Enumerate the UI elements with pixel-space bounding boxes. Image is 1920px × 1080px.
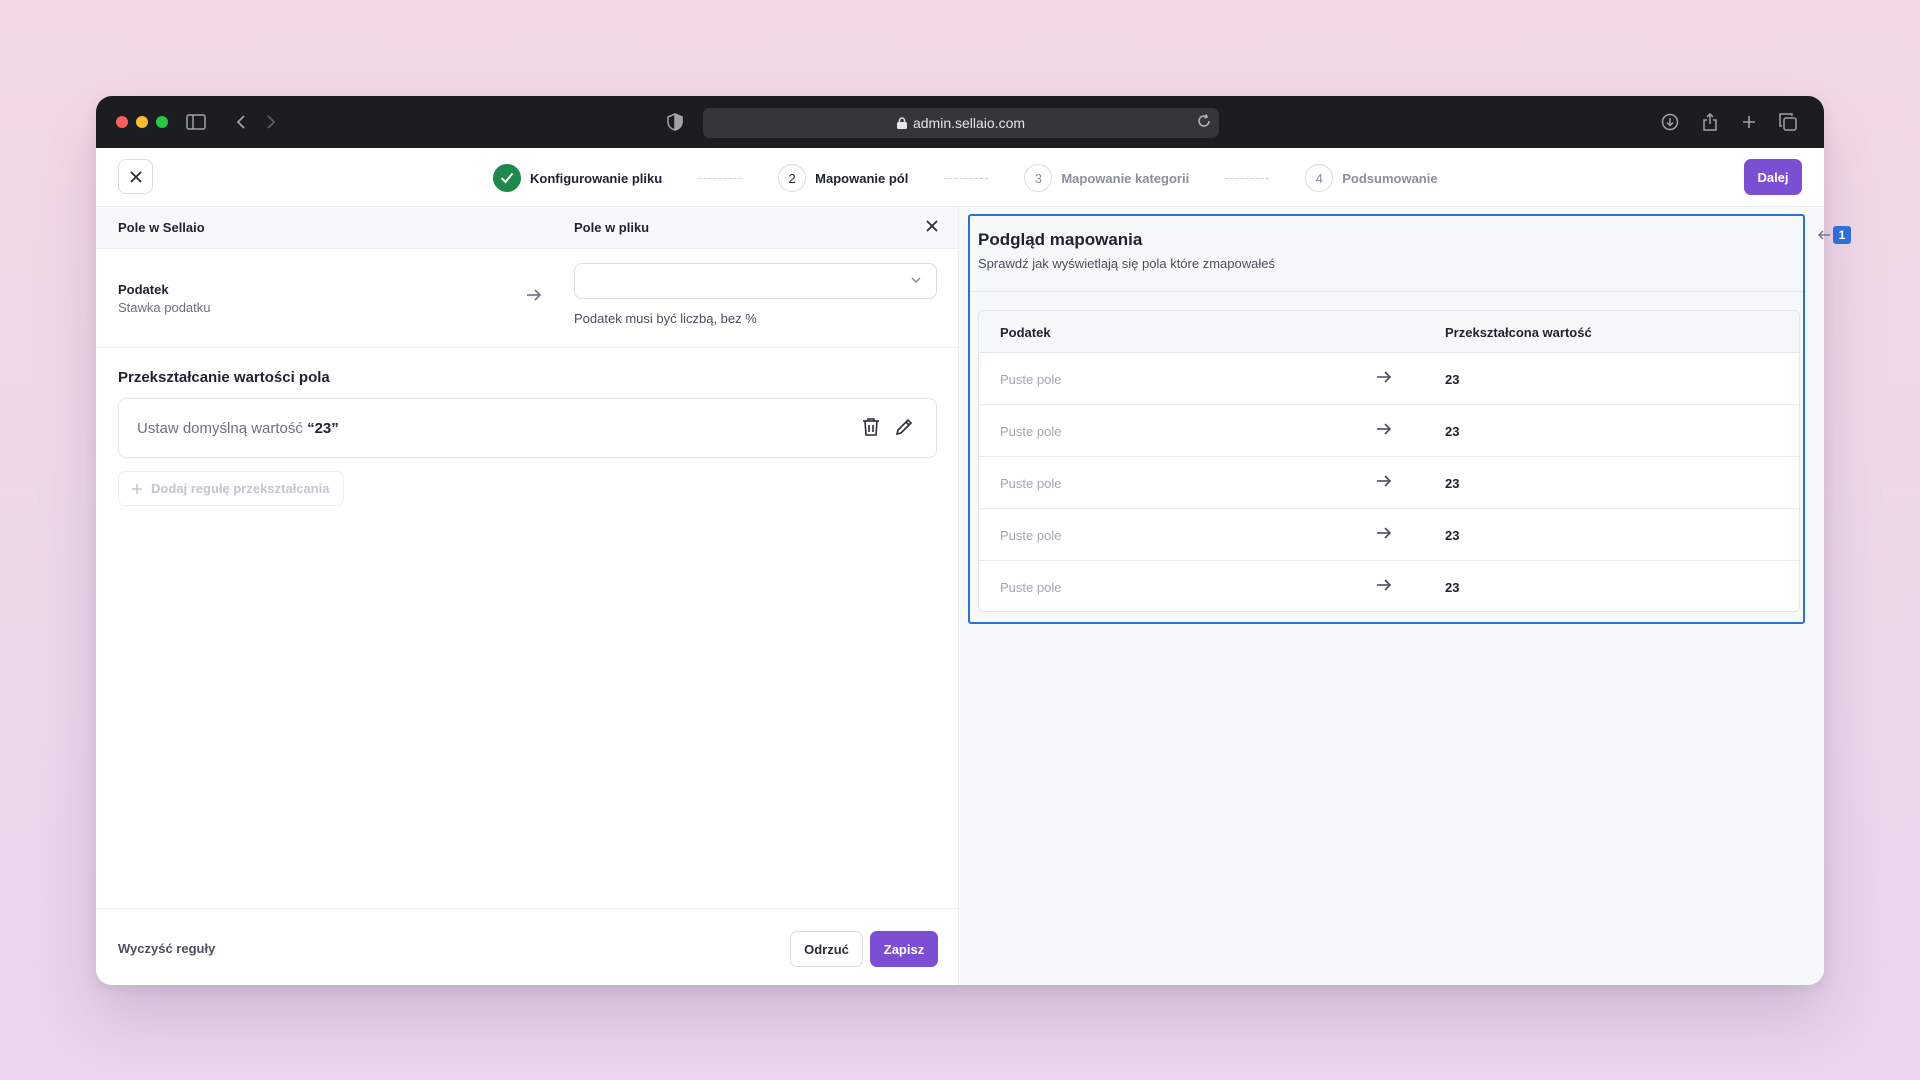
share-icon[interactable] [1698,110,1722,134]
preview-subtitle: Sprawdź jak wyświetlają się pola które z… [978,256,1275,271]
lock-icon [896,117,907,129]
step-label: Mapowanie pól [815,170,909,186]
chevron-down-icon [910,274,922,286]
source-value: Puste pole [1000,580,1062,595]
browser-toolbar: admin.sellaio.com [96,96,1824,148]
result-value: 23 [1445,580,1460,595]
column-file-field: Pole w pliku [574,220,650,235]
step-category-mapping[interactable]: 3 Mapowanie kategorii [1024,164,1189,192]
minimize-window-button[interactable] [136,116,148,128]
downloads-icon[interactable] [1658,110,1682,134]
trash-icon[interactable] [862,417,880,437]
arrow-left-icon [1817,229,1831,241]
result-value: 23 [1445,372,1460,387]
source-value: Puste pole [1000,424,1062,439]
table-row: Puste pole 23 [979,405,1799,457]
field-mapping-row: Podatek Stawka podatku Podatek musi być … [96,249,958,348]
table-row: Puste pole 23 [979,509,1799,561]
rule-value: “23” [307,420,339,437]
transform-section-title: Przekształcanie wartości pola [118,369,330,386]
wizard-header: Konfigurowanie pliku 2 Mapowanie pól 3 M… [96,148,1824,207]
step-number: 2 [778,164,807,192]
field-hint: Podatek musi być liczbą, bez % [574,311,757,326]
result-value: 23 [1445,424,1460,439]
annotation-badge: 1 [1817,226,1851,244]
step-separator [698,177,743,179]
table-row: Puste pole 23 [979,561,1799,611]
close-panel-icon[interactable] [924,218,940,234]
privacy-shield-icon[interactable] [663,110,687,134]
close-window-button[interactable] [116,116,128,128]
panel-footer: Wyczyść reguły Odrzuć Zapisz [96,908,958,985]
preview-card: Podgląd mapowania Sprawdź jak wyświetlaj… [968,214,1805,624]
source-value: Puste pole [1000,372,1062,387]
preview-title: Podgląd mapowania [978,230,1143,249]
step-label: Konfigurowanie pliku [530,170,663,186]
step-configure-file[interactable]: Konfigurowanie pliku [493,164,662,192]
url-text: admin.sellaio.com [912,115,1026,131]
table-row: Puste pole 23 [979,457,1799,509]
field-mapping-panel: Pole w Sellaio Pole w pliku Podatek Staw… [96,207,959,985]
table-row: Puste pole 23 [979,353,1799,405]
mapping-column-header: Pole w Sellaio Pole w pliku [96,207,958,249]
divider [970,291,1803,292]
new-tab-icon[interactable] [1737,110,1761,134]
arrow-right-icon [1375,421,1393,437]
window-controls [116,116,168,128]
next-button[interactable]: Dalej [1744,159,1802,195]
result-value: 23 [1445,528,1460,543]
preview-table-header: Podatek Przekształcona wartość [979,311,1799,353]
maximize-window-button[interactable] [156,116,168,128]
step-label: Mapowanie kategorii [1061,170,1190,186]
browser-window: admin.sellaio.com Konfigurowanie pliku 2… [96,96,1824,985]
sidebar-toggle-icon[interactable] [184,110,208,134]
step-label: Podsumowanie [1342,170,1438,186]
step-number: 3 [1024,164,1053,192]
field-name: Podatek [118,282,169,297]
rule-prefix: Ustaw domyślną wartość [137,420,308,437]
step-number: 4 [1305,164,1334,192]
tab-overview-icon[interactable] [1776,110,1800,134]
close-icon [129,170,142,183]
reload-icon[interactable] [1197,114,1211,128]
pencil-icon[interactable] [894,417,914,437]
preview-table: Podatek Przekształcona wartość Puste pol… [978,310,1800,612]
step-field-mapping[interactable]: 2 Mapowanie pól [778,164,908,192]
source-value: Puste pole [1000,476,1062,491]
wizard-stepper: Konfigurowanie pliku 2 Mapowanie pól 3 M… [493,163,1438,193]
arrow-right-icon [525,287,543,303]
address-bar[interactable]: admin.sellaio.com [703,108,1219,138]
field-subtitle: Stawka podatku [118,300,211,315]
discard-button[interactable]: Odrzuć [790,931,863,967]
arrow-right-icon [1375,473,1393,489]
file-field-select[interactable] [574,263,937,299]
clear-rules-link[interactable]: Wyczyść reguły [118,941,215,956]
arrow-right-icon [1375,577,1393,593]
source-value: Puste pole [1000,528,1062,543]
check-icon [493,164,521,192]
forward-icon[interactable] [259,110,283,134]
save-button[interactable]: Zapisz [870,931,938,967]
add-rule-button[interactable]: Dodaj regułę przekształcania [118,471,345,506]
column-source: Podatek [1000,325,1051,340]
column-sellaio-field: Pole w Sellaio [118,220,205,235]
column-result: Przekształcona wartość [1445,325,1592,340]
step-separator [1225,177,1270,179]
arrow-right-icon [1375,369,1393,385]
add-rule-label: Dodaj regułę przekształcania [151,481,330,496]
transform-rule-card: Ustaw domyślną wartość “23” [118,398,937,458]
rule-description: Ustaw domyślną wartość “23” [137,420,339,437]
plus-icon [131,483,143,495]
back-icon[interactable] [229,110,253,134]
step-summary[interactable]: 4 Podsumowanie [1305,164,1438,192]
close-wizard-button[interactable] [118,159,153,194]
arrow-right-icon [1375,525,1393,541]
result-value: 23 [1445,476,1460,491]
step-separator [944,177,989,179]
annotation-number: 1 [1833,226,1851,244]
mapping-preview-panel: Podgląd mapowania Sprawdź jak wyświetlaj… [959,207,1824,985]
